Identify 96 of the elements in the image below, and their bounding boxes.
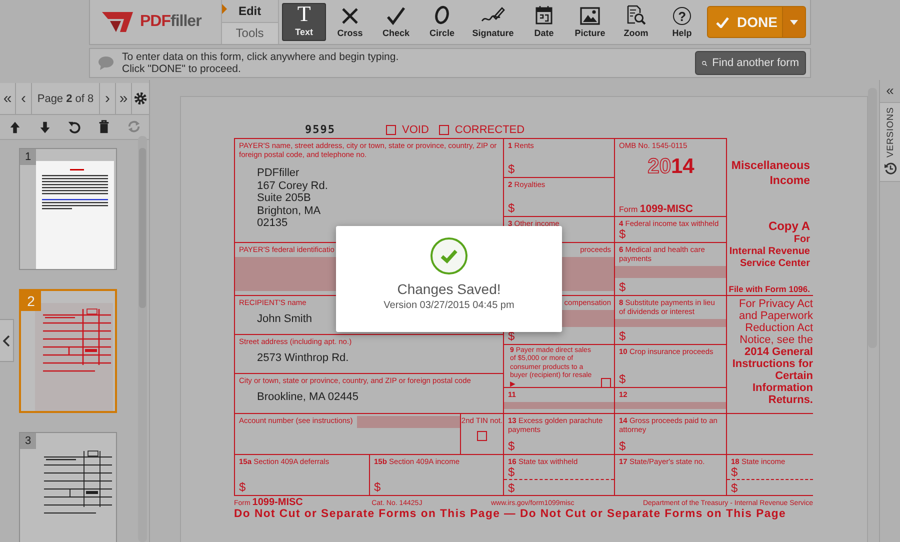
dollar-sign: $	[504, 466, 614, 480]
page-number: 1	[20, 149, 36, 165]
page-number: 3	[20, 433, 36, 449]
dollar-sign: $	[619, 373, 627, 386]
chat-icon	[98, 56, 114, 70]
field-value: John Smith	[257, 313, 314, 326]
previous-page-button[interactable]: ‹	[16, 83, 32, 114]
dollar-sign: $	[374, 481, 382, 494]
dollar-sign: $	[508, 163, 516, 176]
history-icon	[884, 162, 896, 175]
checkbox[interactable]	[601, 378, 611, 387]
input-field[interactable]	[356, 416, 460, 428]
trash-icon[interactable]	[97, 120, 112, 134]
dollar-sign: $	[508, 440, 516, 453]
arrow-down-icon[interactable]	[38, 120, 52, 134]
calendar-icon	[535, 5, 554, 25]
tool-button[interactable]: Check	[374, 3, 418, 41]
field-value: 167 Corey Rd.	[257, 180, 329, 192]
field-value: Suite 205B	[257, 192, 312, 204]
mode-tab[interactable]: Edit	[222, 0, 278, 22]
dollar-sign: $	[619, 330, 627, 343]
page-thumbnail[interactable]: 3	[19, 432, 117, 542]
page-number: 2	[21, 291, 41, 311]
arrow-up-icon[interactable]	[8, 120, 22, 134]
tool-button[interactable]: T Text	[282, 3, 326, 41]
copy-label: For	[794, 234, 810, 246]
expand-panel-button[interactable]: «	[886, 82, 894, 98]
dollar-sign: $	[727, 466, 813, 480]
check-icon	[716, 16, 730, 28]
form-title: Miscellaneous Income	[731, 158, 810, 188]
input-field[interactable]	[615, 266, 726, 278]
circle-icon	[434, 5, 450, 25]
rotate-icon[interactable]	[67, 120, 82, 134]
dollar-sign: $	[239, 481, 247, 494]
field-value: PDFfiller	[257, 167, 300, 180]
dollar-sign: $	[619, 281, 627, 294]
input-field[interactable]	[615, 402, 726, 409]
collapse-tab[interactable]	[0, 319, 14, 362]
dollar-sign: $	[508, 330, 516, 343]
cross-icon	[341, 7, 360, 25]
settings-button[interactable]	[132, 83, 149, 114]
logo-text: PDFfiller	[140, 13, 202, 31]
checkbox-label: VOID	[402, 124, 429, 136]
tax-year: 2014	[646, 155, 696, 179]
tool-button[interactable]: Date	[522, 3, 566, 41]
dollar-sign: $	[619, 440, 627, 453]
find-form-button[interactable]: Find another form	[695, 51, 806, 75]
last-page-button[interactable]: »	[116, 83, 132, 114]
help-icon: ?	[673, 7, 692, 25]
logo-icon	[102, 11, 134, 33]
tool-button[interactable]: Signature	[466, 3, 520, 41]
zoom-icon	[626, 5, 646, 25]
tool-button[interactable]: Circle	[420, 3, 464, 41]
form-code: 9595	[305, 123, 336, 136]
checkbox[interactable]	[438, 124, 449, 134]
dollar-sign: $	[508, 482, 516, 495]
dialog-subtitle: Version 03/27/2015 04:45 pm	[384, 300, 514, 311]
dialog-title: Changes Saved!	[397, 281, 501, 297]
checkbox[interactable]	[477, 431, 487, 441]
mode-tab[interactable]: Tools	[222, 22, 278, 44]
check-icon	[386, 7, 406, 25]
next-page-button[interactable]: ›	[100, 83, 116, 114]
settings-icon	[134, 92, 147, 105]
copy-label: Internal Revenue	[729, 246, 810, 258]
warning-text: Do Not Cut or Separate Forms on This Page — Do Not Cut or Separate Forms on This Page	[234, 508, 788, 520]
scrollbar[interactable]	[139, 148, 146, 308]
tool-button[interactable]: ? Help	[660, 3, 704, 41]
dollar-sign: $	[508, 202, 516, 215]
privacy-notice: For Privacy Act and Paperwork Reduction Act Notice, see the 2014 General Instructions for Certain Information Returns.	[731, 298, 813, 406]
picture-icon	[580, 7, 600, 25]
text-icon: T	[297, 4, 311, 24]
field-value: 02135	[257, 217, 289, 230]
success-icon	[430, 237, 468, 275]
field-value: Brighton, MA	[257, 204, 322, 217]
dollar-sign: $	[619, 228, 627, 241]
caret-icon	[790, 20, 798, 24]
copy-label: Copy A	[768, 219, 810, 234]
filing-note: File with Form 1096.	[728, 284, 810, 294]
versions-tab[interactable]: VERSIONS	[880, 102, 900, 182]
dollar-sign: $	[731, 482, 739, 495]
page-indicator: Page 2 of 8	[37, 92, 94, 104]
copy-label: Service Center	[740, 258, 810, 270]
checkbox-label: CORRECTED	[454, 124, 525, 136]
info-text: To enter data on this form, click anywhere and begin typing. Click "DONE" to proceed.	[122, 51, 400, 75]
tool-button[interactable]: Cross	[328, 3, 372, 41]
tool-button[interactable]: Zoom	[614, 3, 658, 41]
chevron-left-icon	[3, 334, 10, 346]
field-value: Brookline, MA 02445	[257, 391, 360, 404]
first-page-button[interactable]: «	[0, 83, 16, 114]
field-value: 2573 Winthrop Rd.	[257, 352, 350, 364]
page-thumbnail[interactable]: 1	[19, 148, 117, 270]
checkbox[interactable]	[386, 124, 396, 134]
form-number: Form 1099-MISC	[619, 203, 694, 215]
input-field[interactable]	[615, 319, 726, 327]
tool-button[interactable]: Picture	[568, 3, 612, 41]
input-field[interactable]	[504, 402, 614, 409]
